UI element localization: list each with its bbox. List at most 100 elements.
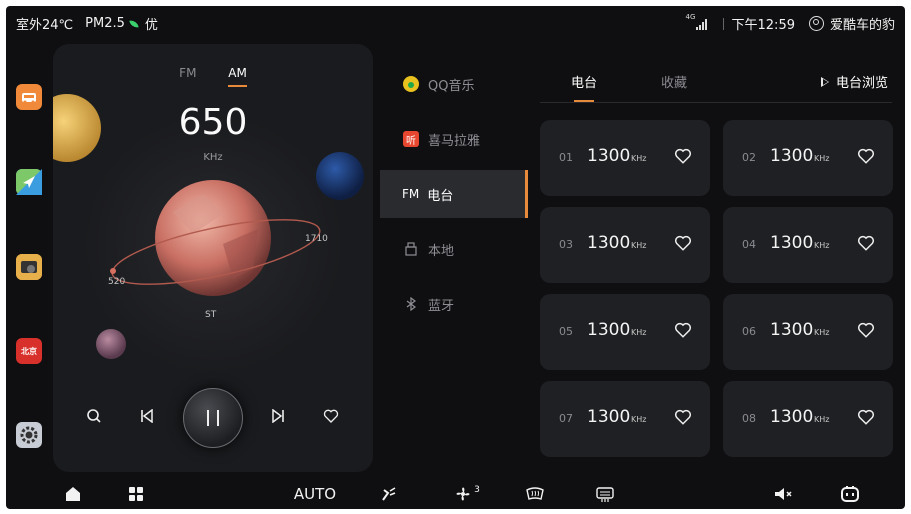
preset-unit: KHz	[631, 241, 647, 250]
preset-number: 04	[742, 238, 756, 251]
band-switcher: FM AM	[53, 66, 373, 87]
stereo-label: ST	[205, 310, 217, 320]
preset-frequency: 1300	[587, 407, 631, 427]
usb-icon	[402, 240, 420, 258]
heart-icon[interactable]	[674, 234, 692, 252]
beijing-app-label: 北京	[21, 346, 37, 356]
car-app-icon[interactable]	[16, 84, 42, 110]
preset-number: 01	[559, 151, 573, 164]
band-tab-am[interactable]: AM	[228, 66, 247, 87]
home-button[interactable]	[62, 484, 84, 504]
favorite-button[interactable]	[319, 404, 343, 428]
tuning-indicator[interactable]	[109, 267, 116, 274]
front-defrost-button[interactable]	[524, 484, 546, 504]
user-icon[interactable]	[808, 16, 824, 31]
preset-number: 06	[742, 325, 756, 338]
source-local[interactable]: 本地	[380, 225, 525, 273]
preset-number: 08	[742, 412, 756, 425]
heart-icon[interactable]	[857, 321, 875, 339]
preset-number: 07	[559, 412, 573, 425]
heart-icon[interactable]	[674, 321, 692, 339]
heart-icon[interactable]	[857, 234, 875, 252]
seat-airflow-icon	[382, 487, 396, 501]
source-label: 本地	[428, 243, 455, 259]
climate-auto-button[interactable]: AUTO	[290, 484, 340, 504]
source-ximalaya[interactable]: 听 喜马拉雅	[380, 115, 525, 163]
heart-icon[interactable]	[857, 408, 875, 426]
preset-frequency: 1300	[770, 146, 814, 166]
source-radio[interactable]: FM 电台	[380, 170, 528, 218]
heart-icon[interactable]	[857, 147, 875, 165]
preset-card[interactable]: 06 1300 KHz	[723, 294, 893, 370]
preset-card[interactable]: 07 1300 KHz	[540, 381, 710, 457]
range-min-label: 520	[108, 277, 126, 287]
preset-frequency: 1300	[770, 233, 814, 253]
tab-favorites[interactable]: 收藏	[661, 72, 687, 91]
pm25-label: PM2.5	[85, 16, 125, 31]
presets-tabs: 电台 收藏 电台浏览	[540, 64, 892, 103]
tab-stations[interactable]: 电台	[571, 72, 597, 102]
airflow-button[interactable]	[378, 484, 400, 504]
pause-button[interactable]	[183, 388, 243, 448]
leaf-icon	[129, 18, 139, 29]
purple-planet	[96, 329, 126, 359]
preset-unit: KHz	[631, 154, 647, 163]
presets-panel: 电台 收藏 电台浏览 01 1300 KHz 02 1300 KHz 03 1300 KHz 04…	[540, 44, 905, 474]
settings-app-icon[interactable]	[16, 422, 42, 448]
preset-card[interactable]: 01 1300 KHz	[540, 120, 710, 196]
source-qq-music[interactable]: QQ音乐	[380, 60, 525, 108]
station-browse-button[interactable]: 电台浏览	[820, 72, 888, 91]
frequency-unit: KHz	[203, 152, 223, 163]
apps-grid-icon	[129, 487, 143, 501]
ximalaya-icon: 听	[402, 130, 420, 148]
preset-card[interactable]: 03 1300 KHz	[540, 207, 710, 283]
heart-icon[interactable]	[674, 408, 692, 426]
current-frequency: 650	[178, 102, 248, 143]
navigation-app-icon[interactable]	[16, 169, 42, 195]
rear-defrost-button[interactable]	[594, 484, 616, 504]
source-label: 电台	[427, 188, 454, 204]
fan-level: 3	[474, 485, 480, 495]
bottom-control-bar: AUTO 3	[6, 480, 905, 509]
preset-card[interactable]: 02 1300 KHz	[723, 120, 893, 196]
fan-speed-button[interactable]: 3	[450, 484, 484, 504]
preset-frequency: 1300	[770, 407, 814, 427]
username[interactable]: 爱酷车的豹	[830, 14, 895, 33]
system-status: 4G 下午12:59 爱酷车的豹	[686, 13, 895, 34]
preset-frequency: 1300	[587, 146, 631, 166]
rear-defrost-icon	[596, 487, 614, 502]
source-label: QQ音乐	[428, 78, 475, 94]
preset-unit: KHz	[814, 241, 830, 250]
heart-icon[interactable]	[674, 147, 692, 165]
source-label: 喜马拉雅	[428, 133, 481, 149]
fm-icon: FM	[402, 187, 420, 201]
preset-unit: KHz	[631, 328, 647, 337]
next-icon	[272, 409, 284, 423]
bluetooth-icon	[402, 295, 420, 313]
assistant-button[interactable]	[838, 484, 862, 504]
air-quality-value: 优	[144, 18, 158, 33]
apps-button[interactable]	[125, 484, 147, 504]
previous-button[interactable]	[135, 404, 159, 428]
preset-card[interactable]: 05 1300 KHz	[540, 294, 710, 370]
preset-unit: KHz	[814, 415, 830, 424]
preset-frequency: 1300	[587, 320, 631, 340]
preset-number: 03	[559, 238, 573, 251]
band-tab-fm[interactable]: FM	[179, 66, 196, 80]
preset-unit: KHz	[814, 154, 830, 163]
preset-frequency: 1300	[587, 233, 631, 253]
media-app-icon[interactable]	[16, 254, 42, 280]
front-defrost-icon	[526, 487, 544, 500]
next-button[interactable]	[266, 404, 290, 428]
source-bluetooth[interactable]: 蓝牙	[380, 280, 525, 328]
mute-button[interactable]	[772, 484, 794, 504]
preset-card[interactable]: 04 1300 KHz	[723, 207, 893, 283]
beijing-app-icon[interactable]: 北京	[16, 338, 42, 364]
preset-card[interactable]: 08 1300 KHz	[723, 381, 893, 457]
preset-number: 05	[559, 325, 573, 338]
search-icon	[87, 409, 101, 423]
voice-assistant-icon	[841, 486, 859, 502]
preset-frequency: 1300	[770, 320, 814, 340]
search-button[interactable]	[82, 404, 106, 428]
environment-status: 室外24℃ PM2.5 优	[16, 14, 158, 33]
